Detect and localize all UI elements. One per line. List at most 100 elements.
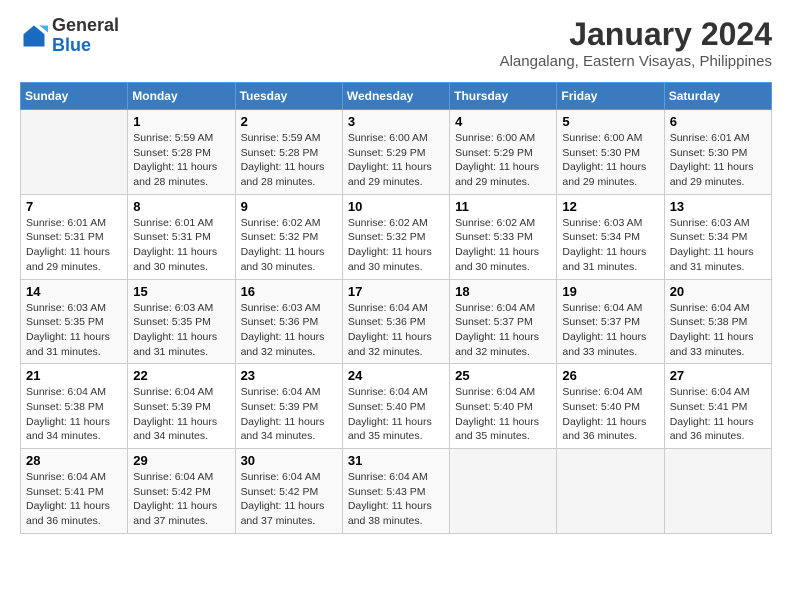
calendar-cell: 4Sunrise: 6:00 AM Sunset: 5:29 PM Daylig… <box>450 110 557 195</box>
calendar-cell: 22Sunrise: 6:04 AM Sunset: 5:39 PM Dayli… <box>128 364 235 449</box>
day-number: 21 <box>26 368 122 383</box>
day-info: Sunrise: 6:04 AM Sunset: 5:40 PM Dayligh… <box>348 385 444 444</box>
calendar-cell: 17Sunrise: 6:04 AM Sunset: 5:36 PM Dayli… <box>342 279 449 364</box>
header-tuesday: Tuesday <box>235 83 342 110</box>
day-info: Sunrise: 6:00 AM Sunset: 5:29 PM Dayligh… <box>348 131 444 190</box>
day-info: Sunrise: 6:03 AM Sunset: 5:34 PM Dayligh… <box>562 216 658 275</box>
day-number: 3 <box>348 114 444 129</box>
day-info: Sunrise: 6:02 AM Sunset: 5:33 PM Dayligh… <box>455 216 551 275</box>
calendar-table: SundayMondayTuesdayWednesdayThursdayFrid… <box>20 82 772 534</box>
day-number: 1 <box>133 114 229 129</box>
header-wednesday: Wednesday <box>342 83 449 110</box>
day-number: 6 <box>670 114 766 129</box>
day-number: 12 <box>562 199 658 214</box>
day-number: 25 <box>455 368 551 383</box>
day-number: 7 <box>26 199 122 214</box>
calendar-cell: 11 Sunrise: 6:02 AM Sunset: 5:33 PM Dayli… <box>450 194 557 279</box>
day-number: 29 <box>133 453 229 468</box>
day-info: Sunrise: 5:59 AM Sunset: 5:28 PM Dayligh… <box>133 131 229 190</box>
calendar-cell: 26 Sunrise: 6:04 AM Sunset: 5:40 PM Dayli… <box>557 364 664 449</box>
calendar-cell: 18 Sunrise: 6:04 AM Sunset: 5:37 PM Dayli… <box>450 279 557 364</box>
day-number: 19 <box>562 284 658 299</box>
day-number: 18 <box>455 284 551 299</box>
day-number: 15 <box>133 284 229 299</box>
title-block: January 2024 Alangalang, Eastern Visayas… <box>500 16 772 70</box>
day-info: Sunrise: 6:04 AM Sunset: 5:43 PM Dayligh… <box>348 470 444 529</box>
calendar-cell: 27Sunrise: 6:04 AM Sunset: 5:41 PM Dayli… <box>664 364 771 449</box>
week-row-4: 21 Sunrise: 6:04 AM Sunset: 5:38 PM Dayli… <box>21 364 772 449</box>
header-thursday: Thursday <box>450 83 557 110</box>
day-number: 24 <box>348 368 444 383</box>
day-number: 17 <box>348 284 444 299</box>
week-row-5: 28Sunrise: 6:04 AM Sunset: 5:41 PM Dayli… <box>21 449 772 534</box>
day-info: Sunrise: 6:04 AM Sunset: 5:39 PM Dayligh… <box>133 385 229 444</box>
calendar-cell: 6Sunrise: 6:01 AM Sunset: 5:30 PM Daylig… <box>664 110 771 195</box>
calendar-cell: 21 Sunrise: 6:04 AM Sunset: 5:38 PM Dayli… <box>21 364 128 449</box>
day-info: Sunrise: 6:04 AM Sunset: 5:42 PM Dayligh… <box>133 470 229 529</box>
day-number: 11 <box>455 199 551 214</box>
week-row-2: 7 Sunrise: 6:01 AM Sunset: 5:31 PM Daylig… <box>21 194 772 279</box>
calendar-cell: 13Sunrise: 6:03 AM Sunset: 5:34 PM Dayli… <box>664 194 771 279</box>
day-info: Sunrise: 6:00 AM Sunset: 5:30 PM Dayligh… <box>562 131 658 190</box>
logo: General Blue <box>20 16 119 56</box>
calendar-cell: 9 Sunrise: 6:02 AM Sunset: 5:32 PM Daylig… <box>235 194 342 279</box>
day-info: Sunrise: 6:02 AM Sunset: 5:32 PM Dayligh… <box>348 216 444 275</box>
day-info: Sunrise: 6:04 AM Sunset: 5:40 PM Dayligh… <box>562 385 658 444</box>
calendar-cell: 19 Sunrise: 6:04 AM Sunset: 5:37 PM Dayli… <box>557 279 664 364</box>
logo-blue: Blue <box>52 36 119 56</box>
day-number: 10 <box>348 199 444 214</box>
day-number: 30 <box>241 453 337 468</box>
logo-icon <box>20 22 48 50</box>
week-row-3: 14 Sunrise: 6:03 AM Sunset: 5:35 PM Dayli… <box>21 279 772 364</box>
day-number: 4 <box>455 114 551 129</box>
calendar-cell <box>450 449 557 534</box>
calendar-cell: 7 Sunrise: 6:01 AM Sunset: 5:31 PM Daylig… <box>21 194 128 279</box>
day-info: Sunrise: 6:03 AM Sunset: 5:34 PM Dayligh… <box>670 216 766 275</box>
calendar-cell: 24 Sunrise: 6:04 AM Sunset: 5:40 PM Dayli… <box>342 364 449 449</box>
calendar-cell <box>21 110 128 195</box>
calendar-cell: 1 Sunrise: 5:59 AM Sunset: 5:28 PM Daylig… <box>128 110 235 195</box>
day-info: Sunrise: 6:03 AM Sunset: 5:35 PM Dayligh… <box>26 301 122 360</box>
calendar-cell: 14 Sunrise: 6:03 AM Sunset: 5:35 PM Dayli… <box>21 279 128 364</box>
calendar-cell: 28Sunrise: 6:04 AM Sunset: 5:41 PM Dayli… <box>21 449 128 534</box>
day-info: Sunrise: 6:04 AM Sunset: 5:39 PM Dayligh… <box>241 385 337 444</box>
header-monday: Monday <box>128 83 235 110</box>
day-number: 5 <box>562 114 658 129</box>
day-info: Sunrise: 6:04 AM Sunset: 5:37 PM Dayligh… <box>562 301 658 360</box>
calendar-cell: 5 Sunrise: 6:00 AM Sunset: 5:30 PM Daylig… <box>557 110 664 195</box>
day-number: 23 <box>241 368 337 383</box>
calendar-cell: 31Sunrise: 6:04 AM Sunset: 5:43 PM Dayli… <box>342 449 449 534</box>
day-info: Sunrise: 6:04 AM Sunset: 5:38 PM Dayligh… <box>670 301 766 360</box>
day-info: Sunrise: 6:03 AM Sunset: 5:35 PM Dayligh… <box>133 301 229 360</box>
calendar-cell: 25Sunrise: 6:04 AM Sunset: 5:40 PM Dayli… <box>450 364 557 449</box>
day-info: Sunrise: 6:04 AM Sunset: 5:38 PM Dayligh… <box>26 385 122 444</box>
calendar-cell: 10 Sunrise: 6:02 AM Sunset: 5:32 PM Dayli… <box>342 194 449 279</box>
week-row-1: 1 Sunrise: 5:59 AM Sunset: 5:28 PM Daylig… <box>21 110 772 195</box>
day-info: Sunrise: 6:04 AM Sunset: 5:42 PM Dayligh… <box>241 470 337 529</box>
calendar-cell: 3 Sunrise: 6:00 AM Sunset: 5:29 PM Daylig… <box>342 110 449 195</box>
day-info: Sunrise: 6:02 AM Sunset: 5:32 PM Dayligh… <box>241 216 337 275</box>
day-info: Sunrise: 6:01 AM Sunset: 5:31 PM Dayligh… <box>26 216 122 275</box>
calendar-cell: 23 Sunrise: 6:04 AM Sunset: 5:39 PM Dayli… <box>235 364 342 449</box>
day-number: 9 <box>241 199 337 214</box>
day-number: 2 <box>241 114 337 129</box>
day-number: 14 <box>26 284 122 299</box>
day-number: 26 <box>562 368 658 383</box>
calendar-cell: 29 Sunrise: 6:04 AM Sunset: 5:42 PM Dayli… <box>128 449 235 534</box>
calendar-cell: 16Sunrise: 6:03 AM Sunset: 5:36 PM Dayli… <box>235 279 342 364</box>
day-info: Sunrise: 6:01 AM Sunset: 5:31 PM Dayligh… <box>133 216 229 275</box>
calendar-header-row: SundayMondayTuesdayWednesdayThursdayFrid… <box>21 83 772 110</box>
calendar-cell <box>557 449 664 534</box>
calendar-cell: 12 Sunrise: 6:03 AM Sunset: 5:34 PM Dayli… <box>557 194 664 279</box>
day-info: Sunrise: 6:04 AM Sunset: 5:41 PM Dayligh… <box>26 470 122 529</box>
calendar-cell: 15 Sunrise: 6:03 AM Sunset: 5:35 PM Dayli… <box>128 279 235 364</box>
calendar-cell: 20 Sunrise: 6:04 AM Sunset: 5:38 PM Dayli… <box>664 279 771 364</box>
logo-text: General Blue <box>52 16 119 56</box>
day-number: 20 <box>670 284 766 299</box>
calendar-cell: 30 Sunrise: 6:04 AM Sunset: 5:42 PM Dayli… <box>235 449 342 534</box>
day-info: Sunrise: 6:04 AM Sunset: 5:37 PM Dayligh… <box>455 301 551 360</box>
day-number: 8 <box>133 199 229 214</box>
location-title: Alangalang, Eastern Visayas, Philippines <box>500 53 772 70</box>
calendar-cell: 2Sunrise: 5:59 AM Sunset: 5:28 PM Daylig… <box>235 110 342 195</box>
day-number: 27 <box>670 368 766 383</box>
